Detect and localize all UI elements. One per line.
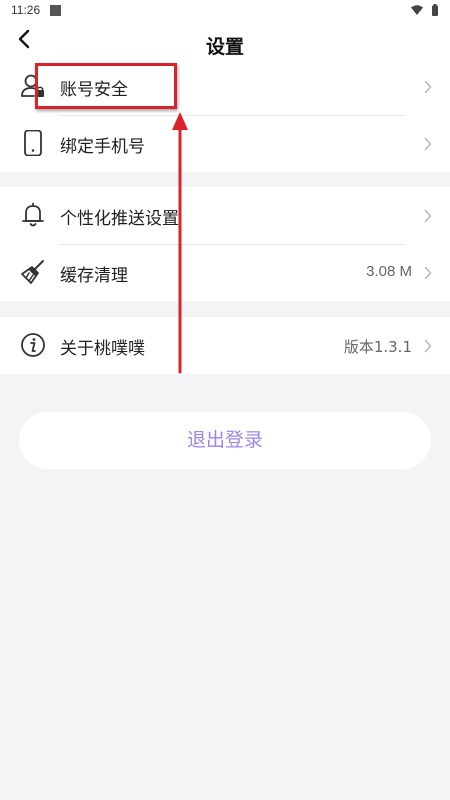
settings-row-bind-phone[interactable]: 绑定手机号 <box>0 115 450 172</box>
chevron-right-icon <box>424 209 432 223</box>
cache-size-value: 3.08 M <box>366 263 412 280</box>
chevron-right-icon <box>424 137 432 151</box>
info-icon <box>21 333 45 357</box>
settings-group-about: 关于桃噗噗 版本1.3.1 <box>0 317 450 374</box>
settings-row-label: 绑定手机号 <box>60 137 145 157</box>
logout-button[interactable]: 退出登录 <box>19 412 431 469</box>
bell-icon <box>22 202 44 227</box>
battery-icon <box>432 4 438 16</box>
settings-row-label: 关于桃噗噗 <box>60 339 145 359</box>
phone-icon <box>24 130 42 156</box>
settings-row-label: 个性化推送设置 <box>60 209 179 229</box>
user-lock-icon <box>21 74 44 97</box>
settings-row-label: 缓存清理 <box>60 266 128 286</box>
settings-group-general: 个性化推送设置 缓存清理 3.08 M <box>0 187 450 301</box>
wifi-icon <box>411 5 423 15</box>
chevron-right-icon <box>424 80 432 94</box>
chevron-right-icon <box>424 339 432 353</box>
status-bar: 11:26 <box>0 0 450 22</box>
app-version-value: 版本1.3.1 <box>343 338 412 356</box>
notification-icon <box>50 5 61 16</box>
broom-icon <box>21 260 44 284</box>
settings-row-clear-cache[interactable]: 缓存清理 3.08 M <box>0 244 450 301</box>
settings-row-push-settings[interactable]: 个性化推送设置 <box>0 187 450 244</box>
status-time: 11:26 <box>11 3 41 17</box>
settings-row-about[interactable]: 关于桃噗噗 版本1.3.1 <box>0 317 450 374</box>
settings-row-label: 账号安全 <box>60 80 128 100</box>
header: 设置 <box>0 22 450 58</box>
chevron-right-icon <box>424 266 432 280</box>
settings-group-account: 账号安全 绑定手机号 <box>0 58 450 172</box>
page-title: 设置 <box>205 36 244 58</box>
settings-row-account-security[interactable]: 账号安全 <box>0 58 450 115</box>
